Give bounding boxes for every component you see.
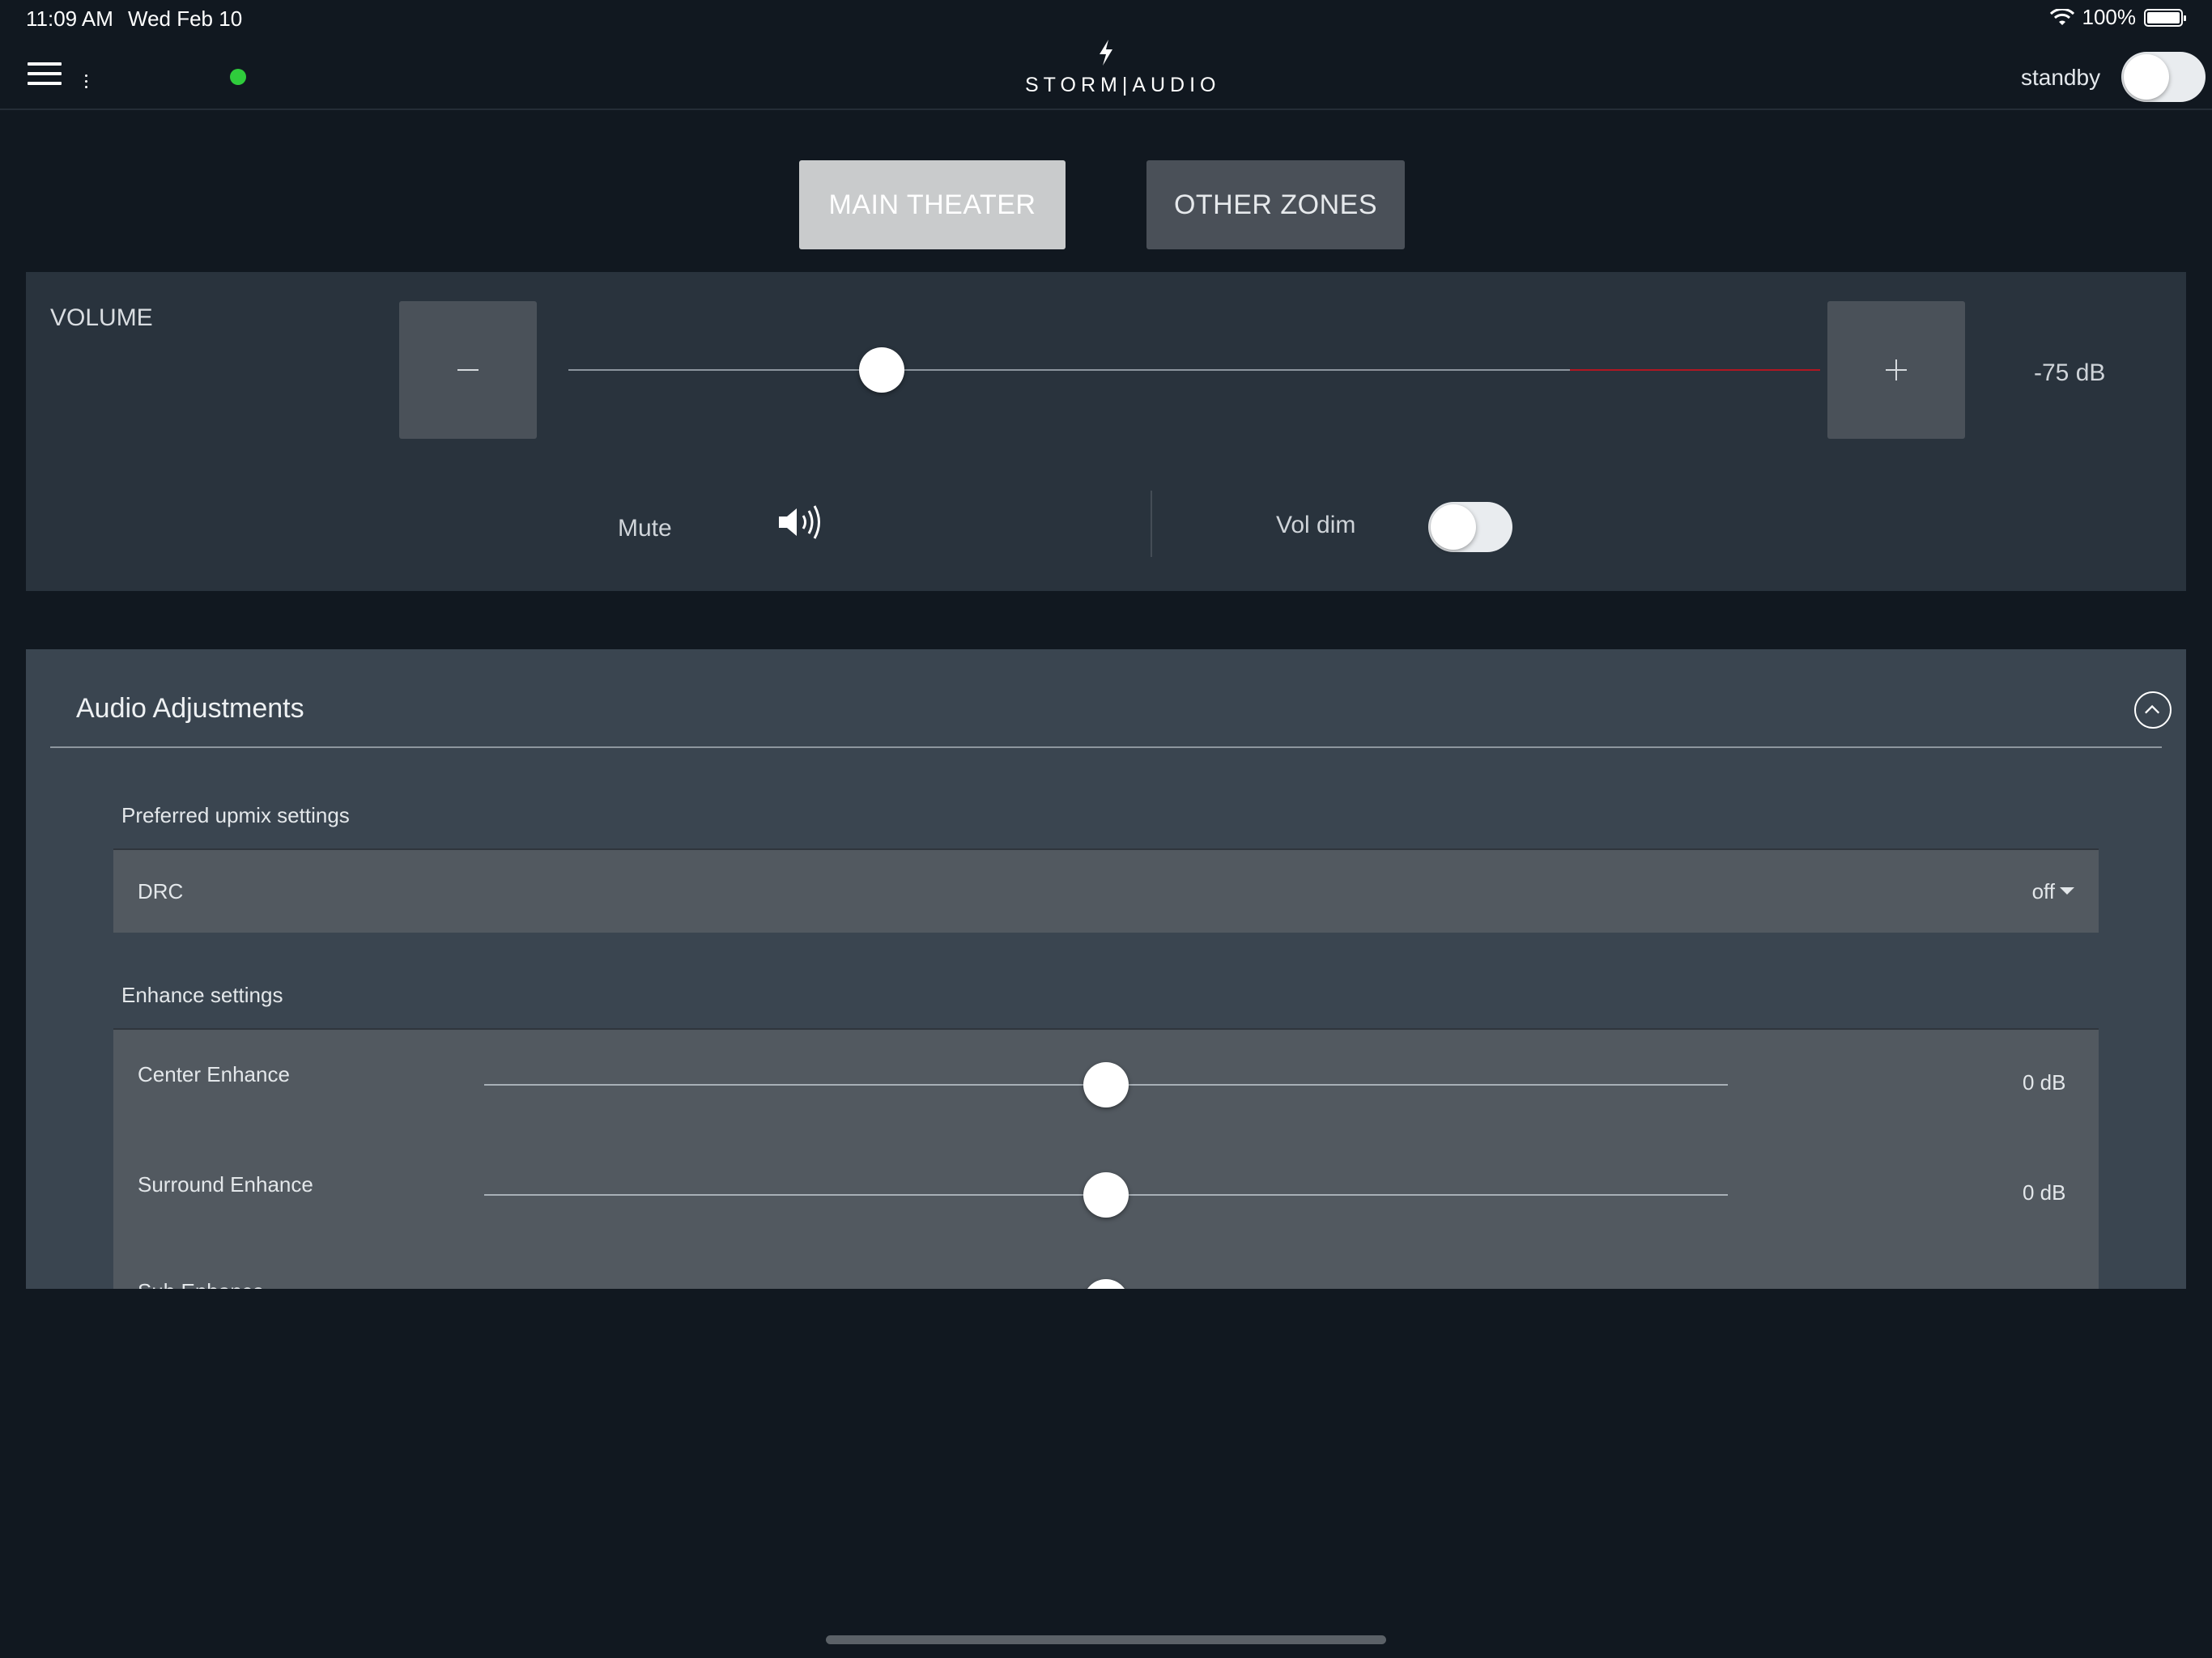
slider-thumb[interactable] (1083, 1279, 1129, 1289)
volume-up-button[interactable] (1827, 301, 1965, 439)
enhance-section-label: Enhance settings (121, 983, 283, 1007)
tab-other-zones[interactable]: OTHER ZONES (1146, 160, 1405, 249)
plus-icon (1886, 359, 1907, 380)
drc-label: DRC (138, 879, 184, 903)
drc-select[interactable]: DRC off (113, 848, 2099, 933)
audio-adjustments-header[interactable]: Audio Adjustments (50, 649, 2172, 748)
slider-thumb[interactable] (1083, 1172, 1129, 1218)
surround-enhance-slider[interactable] (484, 1171, 1728, 1219)
speaker-icon[interactable] (776, 500, 832, 544)
center-enhance-value: 0 dB (2023, 1070, 2066, 1095)
toggle-knob (1431, 504, 1476, 550)
volume-value: -75 dB (2034, 359, 2106, 386)
standby-toggle[interactable] (2121, 52, 2206, 102)
audio-adjustments-title: Audio Adjustments (76, 693, 304, 724)
vol-dim-label: Vol dim (1276, 512, 1356, 538)
battery-percent: 100% (2082, 5, 2137, 29)
center-enhance-slider[interactable] (484, 1061, 1728, 1109)
toggle-knob (2124, 54, 2169, 100)
lightning-bolt-icon (1100, 40, 1112, 66)
slider-thumb[interactable] (858, 347, 904, 393)
upmix-section-label: Preferred upmix settings (121, 803, 350, 827)
divider (1151, 491, 1152, 557)
status-date: Wed Feb 10 (128, 6, 243, 31)
home-indicator[interactable] (826, 1635, 1386, 1644)
volume-down-button[interactable] (399, 301, 537, 439)
volume-label: VOLUME (50, 304, 153, 331)
collapse-chevron-up-icon[interactable] (2134, 691, 2172, 729)
volume-panel: VOLUME -75 dB Mute Vol dim (26, 272, 2186, 591)
status-time: 11:09 AM (26, 6, 113, 31)
volume-slider[interactable] (568, 346, 1820, 394)
brand-logo: STORM|AUDIO (1025, 39, 1221, 97)
sub-enhance-label: Sub Enhance (138, 1279, 264, 1289)
sub-enhance-slider[interactable] (484, 1278, 1728, 1289)
mute-label: Mute (618, 515, 672, 542)
minus-icon (457, 369, 479, 371)
status-right: 100% (2049, 5, 2186, 30)
battery-icon (2144, 8, 2186, 27)
hamburger-menu-icon[interactable] (28, 62, 62, 87)
surround-enhance-value: 0 dB (2023, 1180, 2066, 1205)
slider-red-zone (1569, 369, 1820, 371)
enhance-settings-list: Center Enhance 0 dB Surround Enhance 0 d… (113, 1028, 2099, 1289)
standby-label: standby (2021, 65, 2101, 90)
tab-main-theater[interactable]: MAIN THEATER (799, 160, 1066, 249)
drc-value: off (2031, 879, 2055, 903)
vol-dim-toggle[interactable] (1428, 502, 1512, 552)
slider-thumb[interactable] (1083, 1062, 1129, 1107)
status-bar: 11:09 AM Wed Feb 10 100% (0, 0, 2212, 36)
caret-down-icon (2060, 887, 2074, 895)
surround-enhance-label: Surround Enhance (138, 1172, 313, 1197)
audio-adjustments-panel: Audio Adjustments Preferred upmix settin… (26, 649, 2186, 1289)
brand-wordmark: STORM|AUDIO (1025, 74, 1221, 96)
center-enhance-label: Center Enhance (138, 1062, 290, 1086)
wifi-icon (2049, 8, 2074, 25)
more-options-icon[interactable] (84, 74, 89, 91)
top-nav: STORM|AUDIO standby (0, 36, 2212, 110)
connection-status-dot (230, 69, 246, 85)
